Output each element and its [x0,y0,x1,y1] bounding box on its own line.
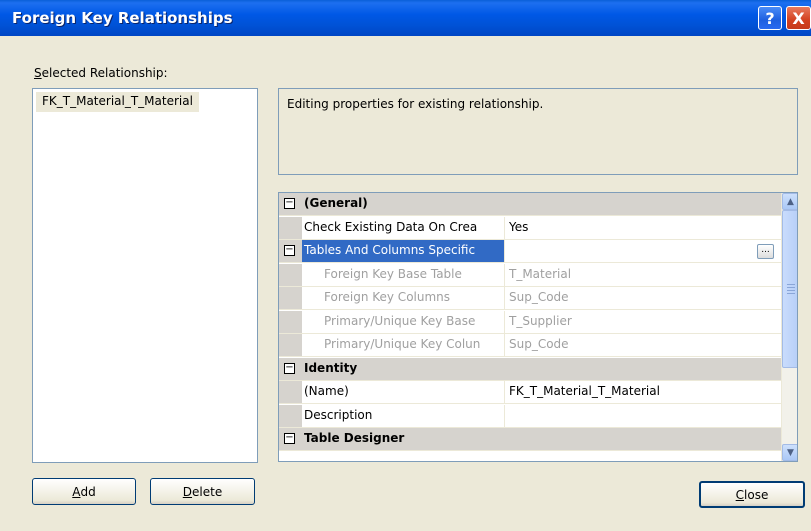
list-item[interactable]: FK_T_Material_T_Material [36,92,199,112]
row-gutter: − [279,428,302,450]
delete-button[interactable]: Delete [150,478,255,505]
property-name: Foreign Key Columns [302,287,505,309]
category-row[interactable]: − Identity [279,357,781,381]
scroll-up-icon[interactable]: ▲ [782,193,797,210]
property-name: Primary/Unique Key Colun [302,334,505,356]
property-value[interactable]: T_Supplier [506,311,781,333]
property-row[interactable]: Check Existing Data On Crea Yes [279,216,781,240]
property-value[interactable] [506,405,781,427]
row-gutter: − [279,357,302,380]
scroll-thumb[interactable] [782,210,797,368]
property-name: Identity [304,360,358,375]
collapse-icon[interactable]: − [284,198,295,209]
property-row[interactable]: Foreign Key Columns Sup_Code [279,287,781,310]
description-text: Editing properties for existing relation… [287,97,544,111]
property-row[interactable]: (Name) FK_T_Material_T_Material [279,381,781,404]
property-row[interactable]: Primary/Unique Key Colun Sup_Code [279,334,781,357]
collapse-icon[interactable]: − [284,433,295,444]
row-gutter [279,216,302,239]
property-value[interactable]: Sup_Code [506,334,781,356]
property-name: (General) [304,196,368,210]
property-value[interactable] [506,240,781,262]
vertical-scrollbar[interactable]: ▲ ▼ [781,193,797,461]
property-row[interactable]: Primary/Unique Key Base T_Supplier [279,310,781,334]
description-box: Editing properties for existing relation… [278,88,798,175]
property-name: Description [302,404,505,427]
property-name: (Name) [302,381,505,403]
ellipsis-button[interactable]: ... [757,244,774,259]
property-name: Primary/Unique Key Base [302,310,505,333]
row-gutter [279,287,302,309]
row-gutter [279,404,302,427]
foreign-key-relationships-dialog: Foreign Key Relationships ? X Selected R… [0,0,811,531]
relationship-list[interactable]: FK_T_Material_T_Material [32,88,258,463]
property-row[interactable]: Foreign Key Base Table T_Material [279,263,781,287]
selected-relationship-label: Selected Relationship: [34,66,168,80]
property-value[interactable]: T_Material [506,264,781,286]
property-value[interactable]: FK_T_Material_T_Material [506,381,781,403]
close-icon[interactable]: X [786,6,811,30]
row-gutter [279,310,302,333]
add-button[interactable]: Add [32,478,136,505]
property-value[interactable]: Yes [506,217,781,239]
collapse-icon[interactable]: − [284,245,295,256]
title-bar[interactable]: Foreign Key Relationships ? X [0,0,811,36]
property-name: Table Designer [304,431,405,445]
scroll-down-icon[interactable]: ▼ [782,444,797,461]
property-value[interactable]: Sup_Code [506,287,781,309]
property-name: Tables And Columns Specific [302,240,505,262]
window-title: Foreign Key Relationships [12,9,233,27]
property-name: Check Existing Data On Crea [302,216,505,239]
row-gutter [279,381,302,403]
category-row[interactable]: − (General) [279,193,781,216]
row-gutter: − [279,193,302,215]
property-grid[interactable]: − (General) Check Existing Data On Crea Yes… [278,192,798,462]
row-gutter [279,263,302,286]
property-row[interactable]: Description [279,404,781,428]
row-gutter: − [279,240,302,262]
property-row[interactable]: − Tables And Columns Specific... [279,240,781,263]
category-row[interactable]: − Table Designer [279,428,781,451]
collapse-icon[interactable]: − [284,362,295,374]
property-name: Foreign Key Base Table [302,263,505,286]
close-button[interactable]: Close [699,481,805,508]
row-gutter [279,334,302,356]
help-icon[interactable]: ? [758,6,782,30]
